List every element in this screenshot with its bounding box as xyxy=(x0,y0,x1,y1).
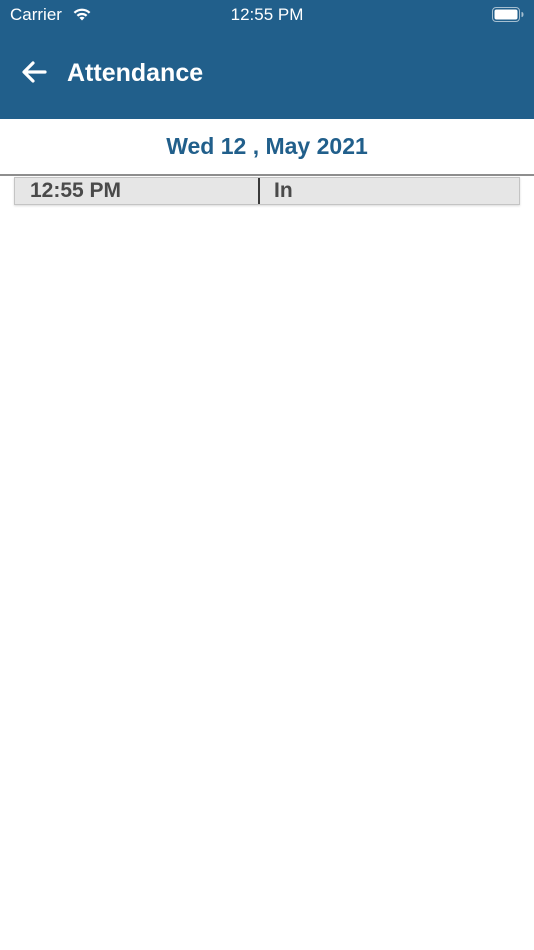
status-bar: Carrier 12:55 PM xyxy=(0,0,534,30)
record-time: 12:55 PM xyxy=(15,178,260,204)
attendance-row[interactable]: 12:55 PM In xyxy=(14,177,520,205)
back-button[interactable] xyxy=(14,56,54,88)
date-heading: Wed 12 , May 2021 xyxy=(0,119,534,176)
attendance-screen: Carrier 12:55 PM Attendance Wed 12 , May xyxy=(0,0,534,950)
status-time: 12:55 PM xyxy=(230,5,304,24)
nav-bar: Attendance xyxy=(0,44,534,104)
app-header: Carrier 12:55 PM Attendance xyxy=(0,0,534,119)
page-title: Attendance xyxy=(67,59,204,87)
record-type: In xyxy=(274,179,293,202)
battery-icon xyxy=(492,7,524,22)
back-arrow-icon xyxy=(22,61,47,83)
